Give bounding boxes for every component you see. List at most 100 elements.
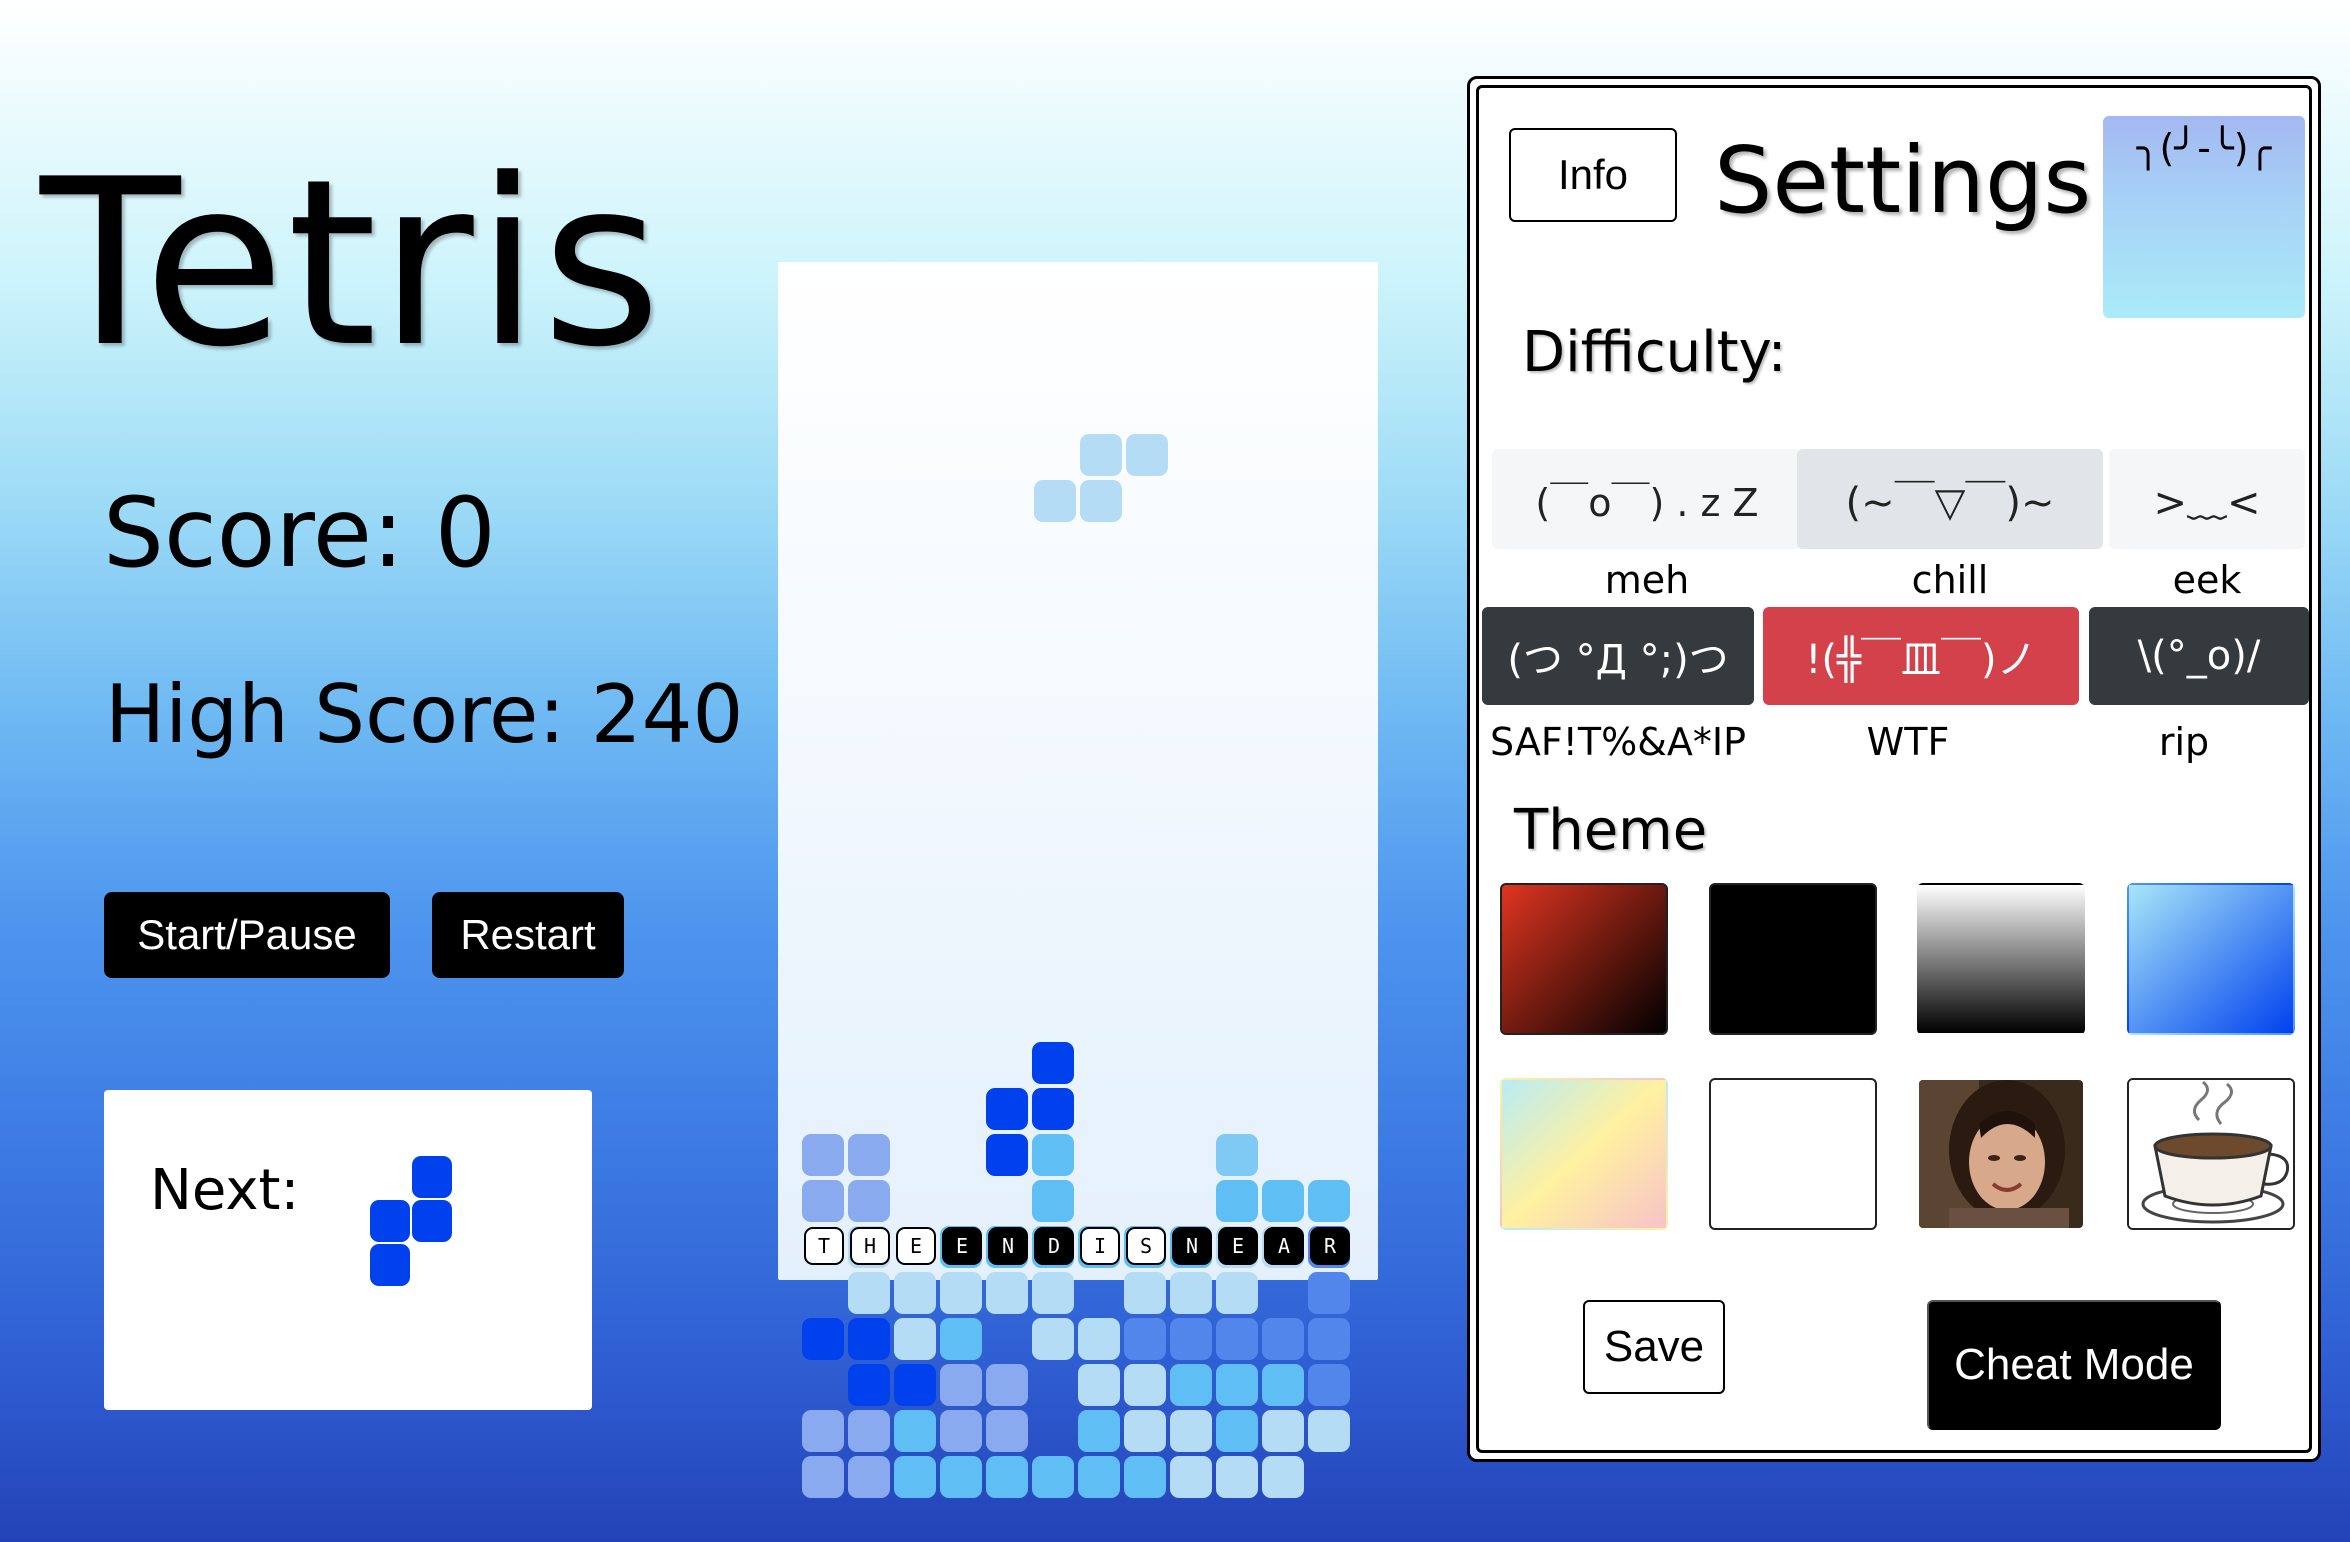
theme-white-black-swatch[interactable] bbox=[1917, 883, 2085, 1035]
board-cell bbox=[1308, 1180, 1350, 1222]
message-letter: E bbox=[942, 1227, 982, 1265]
board-cell bbox=[1032, 1134, 1074, 1176]
message-letter: T bbox=[804, 1227, 844, 1265]
board-cell bbox=[848, 1134, 890, 1176]
info-button[interactable]: Info bbox=[1509, 128, 1677, 222]
settings-panel: Info Settings ╮(╯-╰)╭ Difficulty: (￣o￣) … bbox=[1467, 76, 2321, 1462]
theme-pastel-swatch[interactable] bbox=[1500, 1078, 1668, 1230]
board-cell bbox=[1124, 1410, 1166, 1452]
board-cell bbox=[1078, 1364, 1120, 1406]
board-cell bbox=[1308, 1410, 1350, 1452]
board-cell bbox=[940, 1410, 982, 1452]
high-score-display: High Score: 240 bbox=[105, 668, 744, 761]
start-pause-button[interactable]: Start/Pause bbox=[104, 892, 390, 978]
board-cell bbox=[848, 1318, 890, 1360]
board-cell bbox=[802, 1456, 844, 1498]
board-cell bbox=[1216, 1410, 1258, 1452]
board-cell bbox=[848, 1364, 890, 1406]
board-cell bbox=[802, 1180, 844, 1222]
face-card: ╮(╯-╰)╭ bbox=[2103, 116, 2305, 318]
board-cell bbox=[1216, 1134, 1258, 1176]
game-title: Tetris bbox=[40, 131, 664, 398]
board-cell bbox=[1216, 1364, 1258, 1406]
theme-black-swatch[interactable] bbox=[1709, 883, 1877, 1035]
cheat-mode-button[interactable]: Cheat Mode bbox=[1927, 1300, 2221, 1430]
board-cell bbox=[894, 1272, 936, 1314]
board-cell bbox=[940, 1318, 982, 1360]
board-cell bbox=[1216, 1456, 1258, 1498]
message-letter: E bbox=[896, 1227, 936, 1265]
board-cell bbox=[1216, 1272, 1258, 1314]
settings-inner-frame: Info Settings ╮(╯-╰)╭ Difficulty: (￣o￣) … bbox=[1476, 85, 2312, 1453]
board-cell bbox=[1170, 1318, 1212, 1360]
board-cell bbox=[848, 1410, 890, 1452]
difficulty-eek-label: eek bbox=[2172, 558, 2242, 602]
message-letter: A bbox=[1264, 1227, 1304, 1265]
board-cell bbox=[1216, 1318, 1258, 1360]
difficulty-wtf-button[interactable]: !(╬￣皿￣)ノ bbox=[1763, 607, 2079, 705]
next-piece-cell bbox=[412, 1200, 452, 1242]
board-cell bbox=[1308, 1318, 1350, 1360]
board-cell bbox=[1170, 1456, 1212, 1498]
theme-coffee-swatch[interactable] bbox=[2127, 1078, 2295, 1230]
photo-thumbnail-image bbox=[1919, 1080, 2083, 1228]
board-cell bbox=[848, 1272, 890, 1314]
board-cell bbox=[1262, 1456, 1304, 1498]
restart-button[interactable]: Restart bbox=[432, 892, 624, 978]
settings-title: Settings bbox=[1714, 127, 2092, 234]
theme-label: Theme bbox=[1514, 798, 1708, 863]
theme-white-swatch[interactable] bbox=[1709, 1078, 1877, 1230]
board-cell bbox=[986, 1456, 1028, 1498]
difficulty-rip-button[interactable]: \(°_o)/ bbox=[2089, 607, 2309, 705]
falling-piece-cell bbox=[1080, 480, 1122, 522]
difficulty-eek-button[interactable]: >﹏< bbox=[2109, 449, 2305, 549]
message-letter: R bbox=[1310, 1227, 1350, 1265]
difficulty-label: Difficulty: bbox=[1522, 320, 1787, 385]
falling-piece-cell bbox=[1080, 434, 1122, 476]
board-cell bbox=[1170, 1272, 1212, 1314]
board-cell bbox=[986, 1364, 1028, 1406]
difficulty-rip-label: rip bbox=[2158, 720, 2210, 764]
difficulty-meh-label: meh bbox=[1604, 558, 1690, 602]
board-cell bbox=[1262, 1318, 1304, 1360]
board-cell bbox=[1262, 1364, 1304, 1406]
board-cell bbox=[1078, 1456, 1120, 1498]
board-cell bbox=[1170, 1410, 1212, 1452]
board-cell bbox=[1032, 1318, 1074, 1360]
board-cell bbox=[1308, 1272, 1350, 1314]
theme-blue-swatch[interactable] bbox=[2127, 883, 2295, 1035]
difficulty-chill-button[interactable]: (~￣▽￣)~ bbox=[1797, 449, 2103, 549]
difficulty-meh-button[interactable]: (￣o￣) . z Z bbox=[1492, 449, 1802, 549]
board-cell bbox=[848, 1456, 890, 1498]
next-piece-panel: Next: bbox=[104, 1090, 592, 1410]
next-piece-cell bbox=[412, 1156, 452, 1198]
falling-piece-cell bbox=[1126, 434, 1168, 476]
board-cell bbox=[1262, 1180, 1304, 1222]
board-cell bbox=[1124, 1364, 1166, 1406]
board-cell bbox=[802, 1410, 844, 1452]
message-letter: E bbox=[1218, 1227, 1258, 1265]
board-cell bbox=[802, 1134, 844, 1176]
board-cell bbox=[1124, 1318, 1166, 1360]
board-cell bbox=[1170, 1364, 1212, 1406]
board-cell bbox=[1216, 1180, 1258, 1222]
board-cell bbox=[848, 1180, 890, 1222]
save-button[interactable]: Save bbox=[1583, 1300, 1725, 1394]
message-letter: D bbox=[1034, 1227, 1074, 1265]
board-cell bbox=[1032, 1456, 1074, 1498]
board-cell bbox=[1032, 1042, 1074, 1084]
board-cell bbox=[894, 1456, 936, 1498]
board-cell bbox=[940, 1272, 982, 1314]
theme-photo-swatch[interactable] bbox=[1917, 1078, 2085, 1230]
difficulty-wtf-label: WTF bbox=[1866, 720, 1950, 764]
difficulty-safetrip-button[interactable]: (つ °Д °;)つ bbox=[1482, 607, 1754, 705]
board-cell bbox=[986, 1088, 1028, 1130]
board-cell bbox=[1032, 1180, 1074, 1222]
coffee-cup-icon bbox=[2129, 1080, 2293, 1228]
falling-piece-cell bbox=[1034, 480, 1076, 522]
game-board[interactable]: THEENDISNEAR bbox=[778, 262, 1378, 1498]
board-cell bbox=[1262, 1410, 1304, 1452]
message-letter: H bbox=[850, 1227, 890, 1265]
next-piece-cell bbox=[370, 1244, 410, 1286]
theme-red-black-swatch[interactable] bbox=[1500, 883, 1668, 1035]
